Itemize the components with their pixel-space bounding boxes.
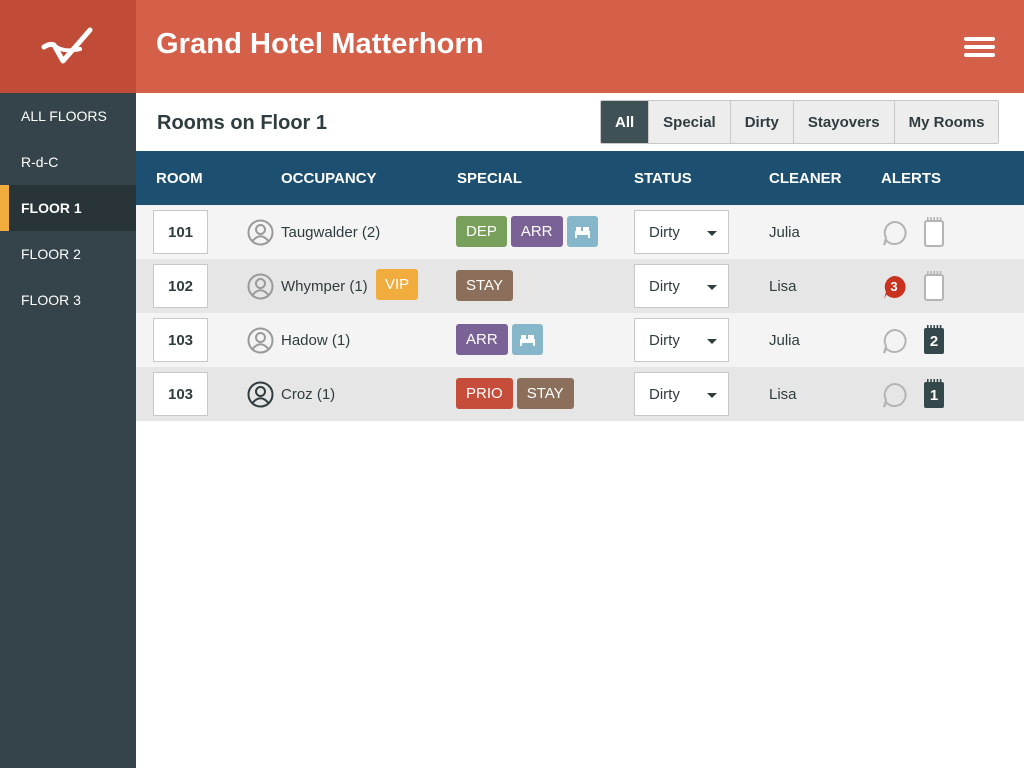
caret-down-icon: [707, 339, 717, 344]
guest-icon: [247, 219, 274, 246]
room-number-button[interactable]: 102: [153, 264, 208, 308]
sidebar-item-floor-1[interactable]: FLOOR 1: [0, 185, 136, 231]
cleaner-name: Julia: [769, 224, 800, 241]
cleaner-name: Lisa: [769, 278, 797, 295]
status-value: Dirty: [649, 385, 680, 403]
status-value: Dirty: [649, 277, 680, 295]
status-value: Dirty: [649, 223, 680, 241]
guest-icon: [247, 327, 274, 354]
notes-icon[interactable]: [923, 217, 945, 247]
cleaner-name: Lisa: [769, 386, 797, 403]
guest-dark-icon: [247, 381, 274, 408]
special-tags: PRIO STAY: [456, 378, 574, 409]
bed-icon: [566, 216, 598, 247]
bed-icon: [511, 324, 543, 355]
notes-count-icon[interactable]: 2: [923, 325, 945, 355]
hotel-title: Grand Hotel Matterhorn: [156, 28, 484, 60]
page-subheader: Rooms on Floor 1 All Special Dirty Stayover…: [136, 93, 1024, 151]
chat-bubble-icon[interactable]: [881, 381, 909, 409]
message-badge-icon[interactable]: 3: [881, 273, 909, 301]
guest-name: Hadow (1): [281, 332, 351, 349]
column-header-room: ROOM: [156, 170, 203, 187]
vip-badge: VIP: [376, 269, 419, 300]
table-row: 102 Whymper (1) VIP STAY Dirty Lisa 3: [136, 259, 1024, 313]
filter-tabs: All Special Dirty Stayovers My Rooms: [600, 100, 1000, 144]
guest-icon: [247, 273, 274, 300]
notes-count: 2: [929, 333, 939, 350]
sidebar-item-all-floors[interactable]: ALL FLOORS: [0, 93, 136, 139]
table-row: 103 Hadow (1) ARR Dirty Julia 2: [136, 313, 1024, 367]
column-header-cleaner: CLEANER: [769, 170, 842, 187]
chat-bubble-icon[interactable]: [881, 327, 909, 355]
filter-stayovers[interactable]: Stayovers: [792, 101, 894, 143]
room-number-button[interactable]: 103: [153, 318, 208, 362]
caret-down-icon: [707, 285, 717, 290]
status-value: Dirty: [649, 331, 680, 349]
caret-down-icon: [707, 393, 717, 398]
special-tags: ARR: [456, 324, 543, 355]
caret-down-icon: [707, 231, 717, 236]
tag-arr: ARR: [510, 216, 563, 247]
tag-dep: DEP: [456, 216, 507, 247]
page-title: Rooms on Floor 1: [157, 112, 327, 134]
tag-arr: ARR: [456, 324, 508, 355]
sidebar: ALL FLOORS R-d-C FLOOR 1 FLOOR 2 FLOOR 3: [0, 0, 136, 768]
tag-stay: STAY: [456, 270, 513, 301]
status-select[interactable]: Dirty: [634, 210, 729, 254]
chat-bubble-icon[interactable]: [881, 219, 909, 247]
table-row: 103 Croz (1) PRIO STAY Dirty Lisa 1: [136, 367, 1024, 421]
sidebar-item-floor-2[interactable]: FLOOR 2: [0, 231, 136, 277]
column-header-status: STATUS: [634, 170, 692, 187]
filter-dirty[interactable]: Dirty: [729, 101, 793, 143]
table-header: ROOM OCCUPANCY SPECIAL STATUS CLEANER AL…: [136, 151, 1024, 205]
hamburger-menu-icon[interactable]: [964, 37, 996, 57]
column-header-occupancy: OCCUPANCY: [281, 170, 377, 187]
room-number-button[interactable]: 101: [153, 210, 208, 254]
room-number-button[interactable]: 103: [153, 372, 208, 416]
status-select[interactable]: Dirty: [634, 264, 729, 308]
checkmark-logo-icon: [41, 27, 93, 63]
notes-count: 1: [929, 387, 939, 404]
sidebar-item-r-d-c[interactable]: R-d-C: [0, 139, 136, 185]
column-header-special: SPECIAL: [457, 170, 523, 187]
status-select[interactable]: Dirty: [634, 318, 729, 362]
guest-name: Taugwalder (2): [281, 224, 381, 241]
rooms-table: 101 Taugwalder (2) DEP ARR Dirty Julia 102 Whym…: [136, 205, 1024, 421]
filter-special[interactable]: Special: [648, 101, 730, 143]
table-row: 101 Taugwalder (2) DEP ARR Dirty Julia: [136, 205, 1024, 259]
status-select[interactable]: Dirty: [634, 372, 729, 416]
column-header-alerts: ALERTS: [881, 170, 941, 187]
notes-count-icon[interactable]: 1: [923, 379, 945, 409]
sidebar-item-floor-3[interactable]: FLOOR 3: [0, 277, 136, 323]
app-header: Grand Hotel Matterhorn: [136, 0, 1024, 93]
special-tags: STAY: [456, 270, 513, 301]
notes-icon[interactable]: [923, 271, 945, 301]
guest-name: Croz (1): [281, 386, 336, 403]
filter-all[interactable]: All: [601, 101, 649, 143]
filter-my-rooms[interactable]: My Rooms: [893, 101, 999, 143]
tag-prio: PRIO: [456, 378, 513, 409]
cleaner-name: Julia: [769, 332, 800, 349]
message-count: 3: [890, 279, 898, 294]
floor-nav: ALL FLOORS R-d-C FLOOR 1 FLOOR 2 FLOOR 3: [0, 93, 136, 323]
special-tags: DEP ARR: [456, 216, 598, 247]
guest-name: Whymper (1): [281, 278, 368, 295]
app-logo[interactable]: [0, 0, 136, 93]
tag-stay: STAY: [516, 378, 574, 409]
